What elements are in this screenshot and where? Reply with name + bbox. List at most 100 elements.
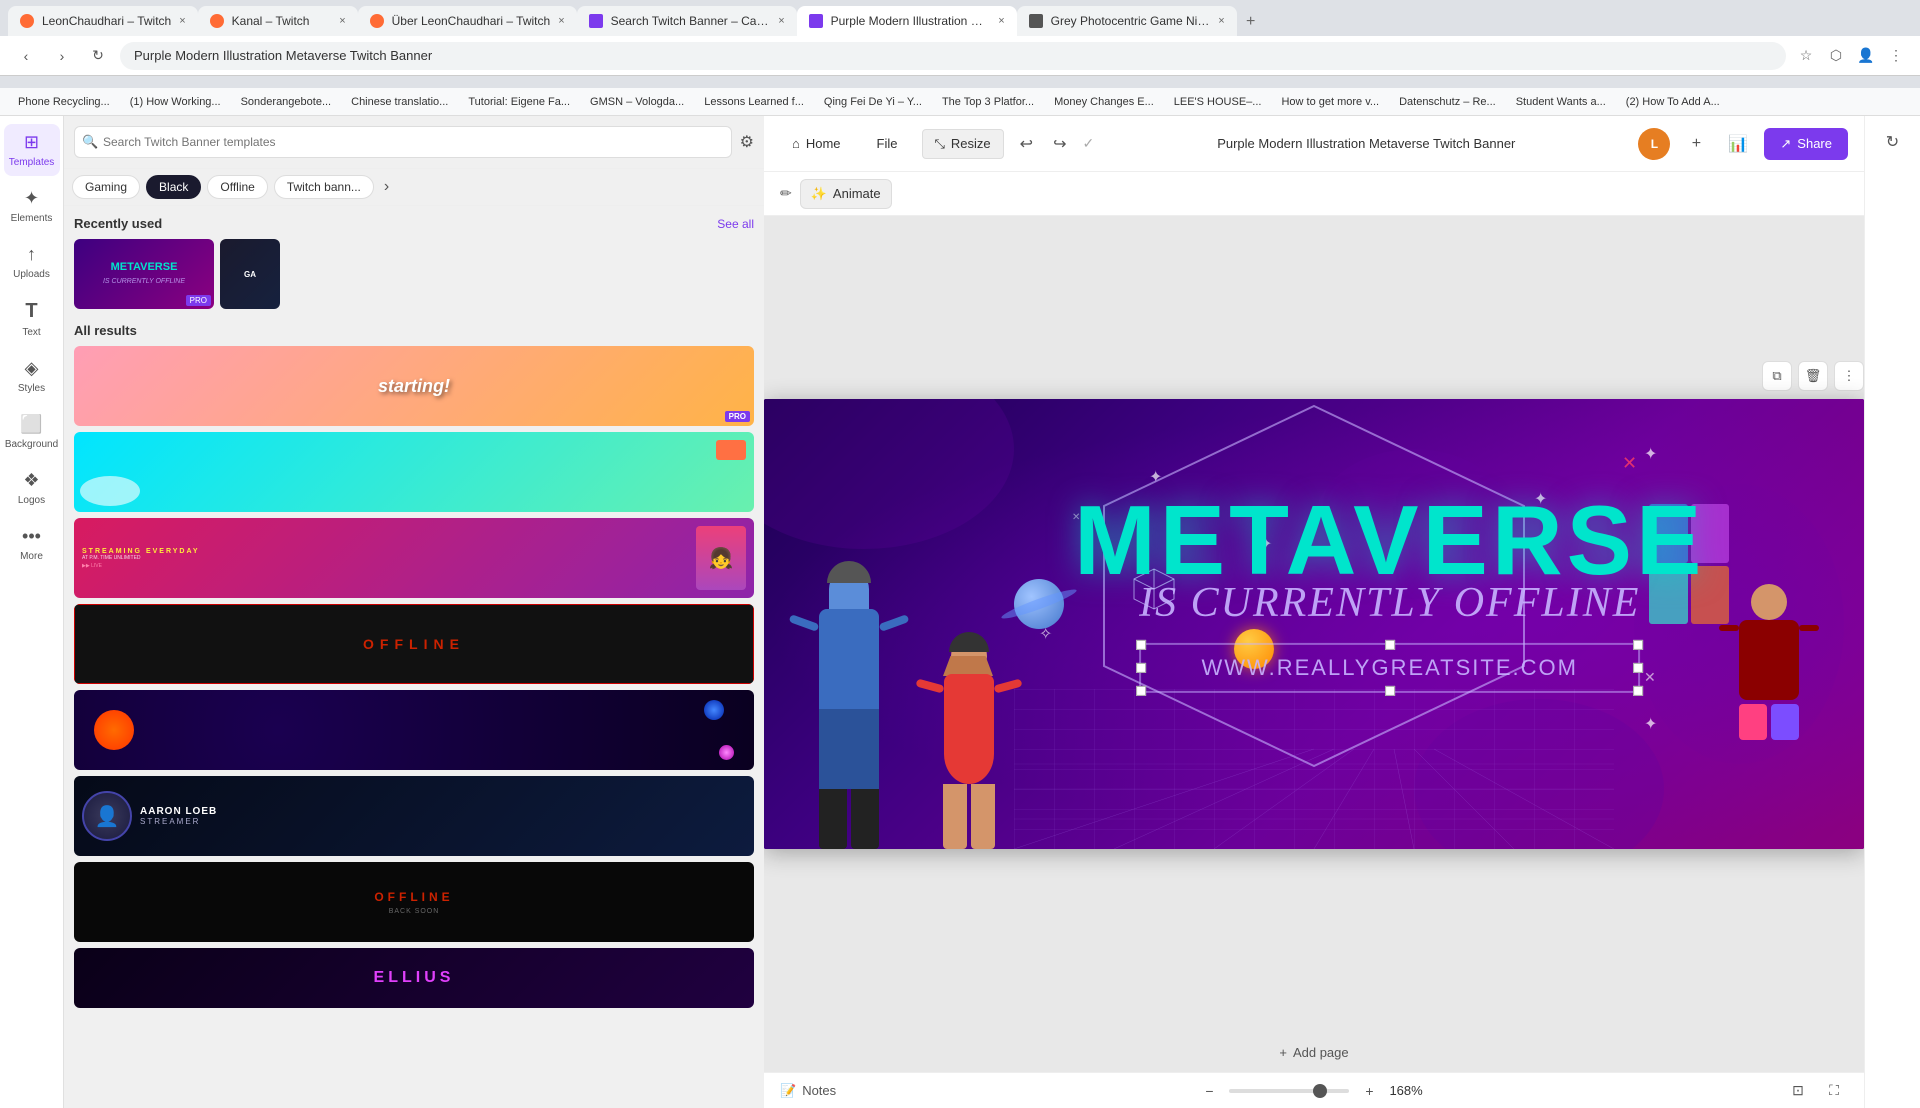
plus-button[interactable]: + (1680, 128, 1712, 160)
tab-4[interactable]: Search Twitch Banner – Canva × (577, 6, 797, 36)
add-page-button[interactable]: + Add page (1279, 1045, 1348, 1060)
canvas-delete-icon[interactable]: 🗑 (1798, 361, 1828, 391)
see-all-button[interactable]: See all (717, 217, 754, 231)
bookmark-8[interactable]: Qing Fei De Yi – Y... (816, 94, 930, 110)
bookmark-10[interactable]: Money Changes E... (1046, 94, 1162, 110)
forward-button[interactable]: › (48, 42, 76, 70)
tab-2[interactable]: Kanal – Twitch × (198, 6, 358, 36)
search-icon: 🔍 (82, 134, 98, 150)
tab-close-6[interactable]: × (1218, 15, 1224, 27)
canvas-more-icon[interactable]: ⋮ (1834, 361, 1864, 391)
bookmark-13[interactable]: Datenschutz – Re... (1391, 94, 1504, 110)
tab-close-4[interactable]: × (778, 15, 784, 27)
more-icon: ••• (22, 526, 41, 547)
bookmark-15[interactable]: (2) How To Add A... (1618, 94, 1728, 110)
canvas-frame[interactable]: ✦ ✦ ✧ ✦ ✦ ✦ (764, 399, 1864, 849)
template-anime[interactable]: STREAMING EVERYDAY AT P.M. TIME UNLIMITE… (74, 518, 754, 598)
address-bar[interactable] (120, 42, 1786, 70)
bookmark-6[interactable]: GMSN – Vologda... (582, 94, 692, 110)
settings-icon[interactable]: ⋮ (1884, 44, 1908, 68)
search-input[interactable] (74, 126, 732, 158)
bookmark-5[interactable]: Tutorial: Eigene Fa... (460, 94, 578, 110)
tab-3[interactable]: Über LeonChaudhari – Twitch × (358, 6, 577, 36)
file-button[interactable]: File (865, 129, 910, 159)
tab-close-1[interactable]: × (179, 15, 185, 27)
zoom-in-button[interactable]: + (1357, 1079, 1381, 1103)
tool-elements[interactable]: ✦ Elements (4, 180, 60, 232)
tab-close-2[interactable]: × (339, 15, 345, 27)
redo-icon[interactable]: ↪ (1049, 130, 1070, 158)
template-offline-red[interactable]: OFFLINE (74, 604, 754, 684)
right-refresh-icon[interactable]: ↻ (1875, 124, 1911, 160)
tab-5-active[interactable]: Purple Modern Illustration Me... × (797, 6, 1017, 36)
template-ellius[interactable]: ELLIUS (74, 948, 754, 1008)
tab-6[interactable]: Grey Photocentric Game Nigh... × (1017, 6, 1237, 36)
tool-logos[interactable]: ❖ Logos (4, 462, 60, 514)
bookmark-14[interactable]: Student Wants a... (1508, 94, 1614, 110)
more-tags-icon[interactable]: › (380, 176, 393, 198)
toolbar-icons: ☆ ⬡ 👤 ⋮ (1794, 44, 1908, 68)
notes-icon: 📝 (780, 1083, 796, 1099)
canvas-container[interactable]: ⧉ 🗑 ⋮ ✦ ✦ (764, 216, 1864, 1032)
tag-gaming[interactable]: Gaming (72, 175, 140, 199)
website-box: WWW.REALLYGREATSITE.COM (1140, 642, 1640, 692)
banner-text: METAVERSE IS CURRENTLY OFFLINE (1074, 490, 1705, 692)
bookmark-7[interactable]: Lessons Learned f... (696, 94, 812, 110)
background-icon: ⬜ (20, 414, 42, 435)
tab-close-5[interactable]: × (998, 15, 1004, 27)
reload-button[interactable]: ↻ (84, 42, 112, 70)
extension-icon[interactable]: ⬡ (1824, 44, 1848, 68)
back-button[interactable]: ‹ (12, 42, 40, 70)
zoom-slider[interactable] (1229, 1089, 1349, 1093)
zoom-out-button[interactable]: − (1197, 1079, 1221, 1103)
all-results-header: All results (74, 323, 754, 338)
zoom-thumb[interactable] (1313, 1084, 1327, 1098)
bookmark-1[interactable]: Phone Recycling... (10, 94, 118, 110)
canvas-copy-icon[interactable]: ⧉ (1762, 361, 1792, 391)
template-teal[interactable] (74, 432, 754, 512)
recent-template-metaverse[interactable]: METAVERSEIS CURRENTLY OFFLINE PRO (74, 239, 214, 309)
planet-saturn (1014, 579, 1064, 629)
animate-button[interactable]: ✨ Animate (800, 179, 892, 209)
tab-close-3[interactable]: × (558, 15, 564, 27)
user-avatar[interactable]: L (1638, 128, 1670, 160)
uploads-icon: ↑ (27, 244, 36, 265)
fullscreen-icon[interactable]: ⛶ (1820, 1077, 1848, 1105)
template-aaron[interactable]: 👤 AARON LOEB STREAMER (74, 776, 754, 856)
tool-text[interactable]: T Text (4, 292, 60, 346)
tool-styles[interactable]: ◈ Styles (4, 350, 60, 402)
notes-button[interactable]: 📝 Notes (780, 1083, 836, 1099)
fit-page-icon[interactable]: ⊡ (1784, 1077, 1812, 1105)
bookmark-star-icon[interactable]: ☆ (1794, 44, 1818, 68)
undo-icon[interactable]: ↩ (1016, 130, 1037, 158)
tool-uploads[interactable]: ↑ Uploads (4, 236, 60, 288)
share-icon: ↗ (1780, 136, 1791, 152)
bookmark-3[interactable]: Sonderangebote... (233, 94, 340, 110)
bookmark-9[interactable]: The Top 3 Platfor... (934, 94, 1042, 110)
analytics-icon[interactable]: 📊 (1722, 128, 1754, 160)
bookmark-2[interactable]: (1) How Working... (122, 94, 229, 110)
filter-icon[interactable]: ⚙ (740, 132, 754, 152)
tool-templates[interactable]: ⊞ Templates (4, 124, 60, 176)
tool-background[interactable]: ⬜ Background (4, 406, 60, 458)
template-starting[interactable]: starting! PRO (74, 346, 754, 426)
tag-offline[interactable]: Offline (207, 175, 267, 199)
profile-icon[interactable]: 👤 (1854, 44, 1878, 68)
tag-twitch-banner[interactable]: Twitch bann... (274, 175, 374, 199)
recent-template-game[interactable]: GA (220, 239, 280, 309)
bookmark-4[interactable]: Chinese translatio... (343, 94, 456, 110)
template-space[interactable] (74, 690, 754, 770)
template-offline2[interactable]: OFFLINE BACK SOON (74, 862, 754, 942)
tab-1[interactable]: LeonChaudhari – Twitch × (8, 6, 198, 36)
new-tab-button[interactable]: + (1237, 8, 1265, 36)
share-button[interactable]: ↗ Share (1764, 128, 1848, 160)
tool-more[interactable]: ••• More (4, 518, 60, 570)
tag-black[interactable]: Black (146, 175, 201, 199)
bookmark-11[interactable]: LEE'S HOUSE–... (1166, 94, 1270, 110)
canva-header: ⌂ Home File ⤡ Resize ↩ ↪ ✓ Purple Modern… (764, 116, 1864, 172)
bookmark-12[interactable]: How to get more v... (1273, 94, 1387, 110)
browser-toolbar: ‹ › ↻ ☆ ⬡ 👤 ⋮ (0, 36, 1920, 76)
banner-title: METAVERSE (1074, 490, 1705, 588)
resize-button[interactable]: ⤡ Resize (922, 129, 1004, 159)
home-button[interactable]: ⌂ Home (780, 129, 853, 159)
